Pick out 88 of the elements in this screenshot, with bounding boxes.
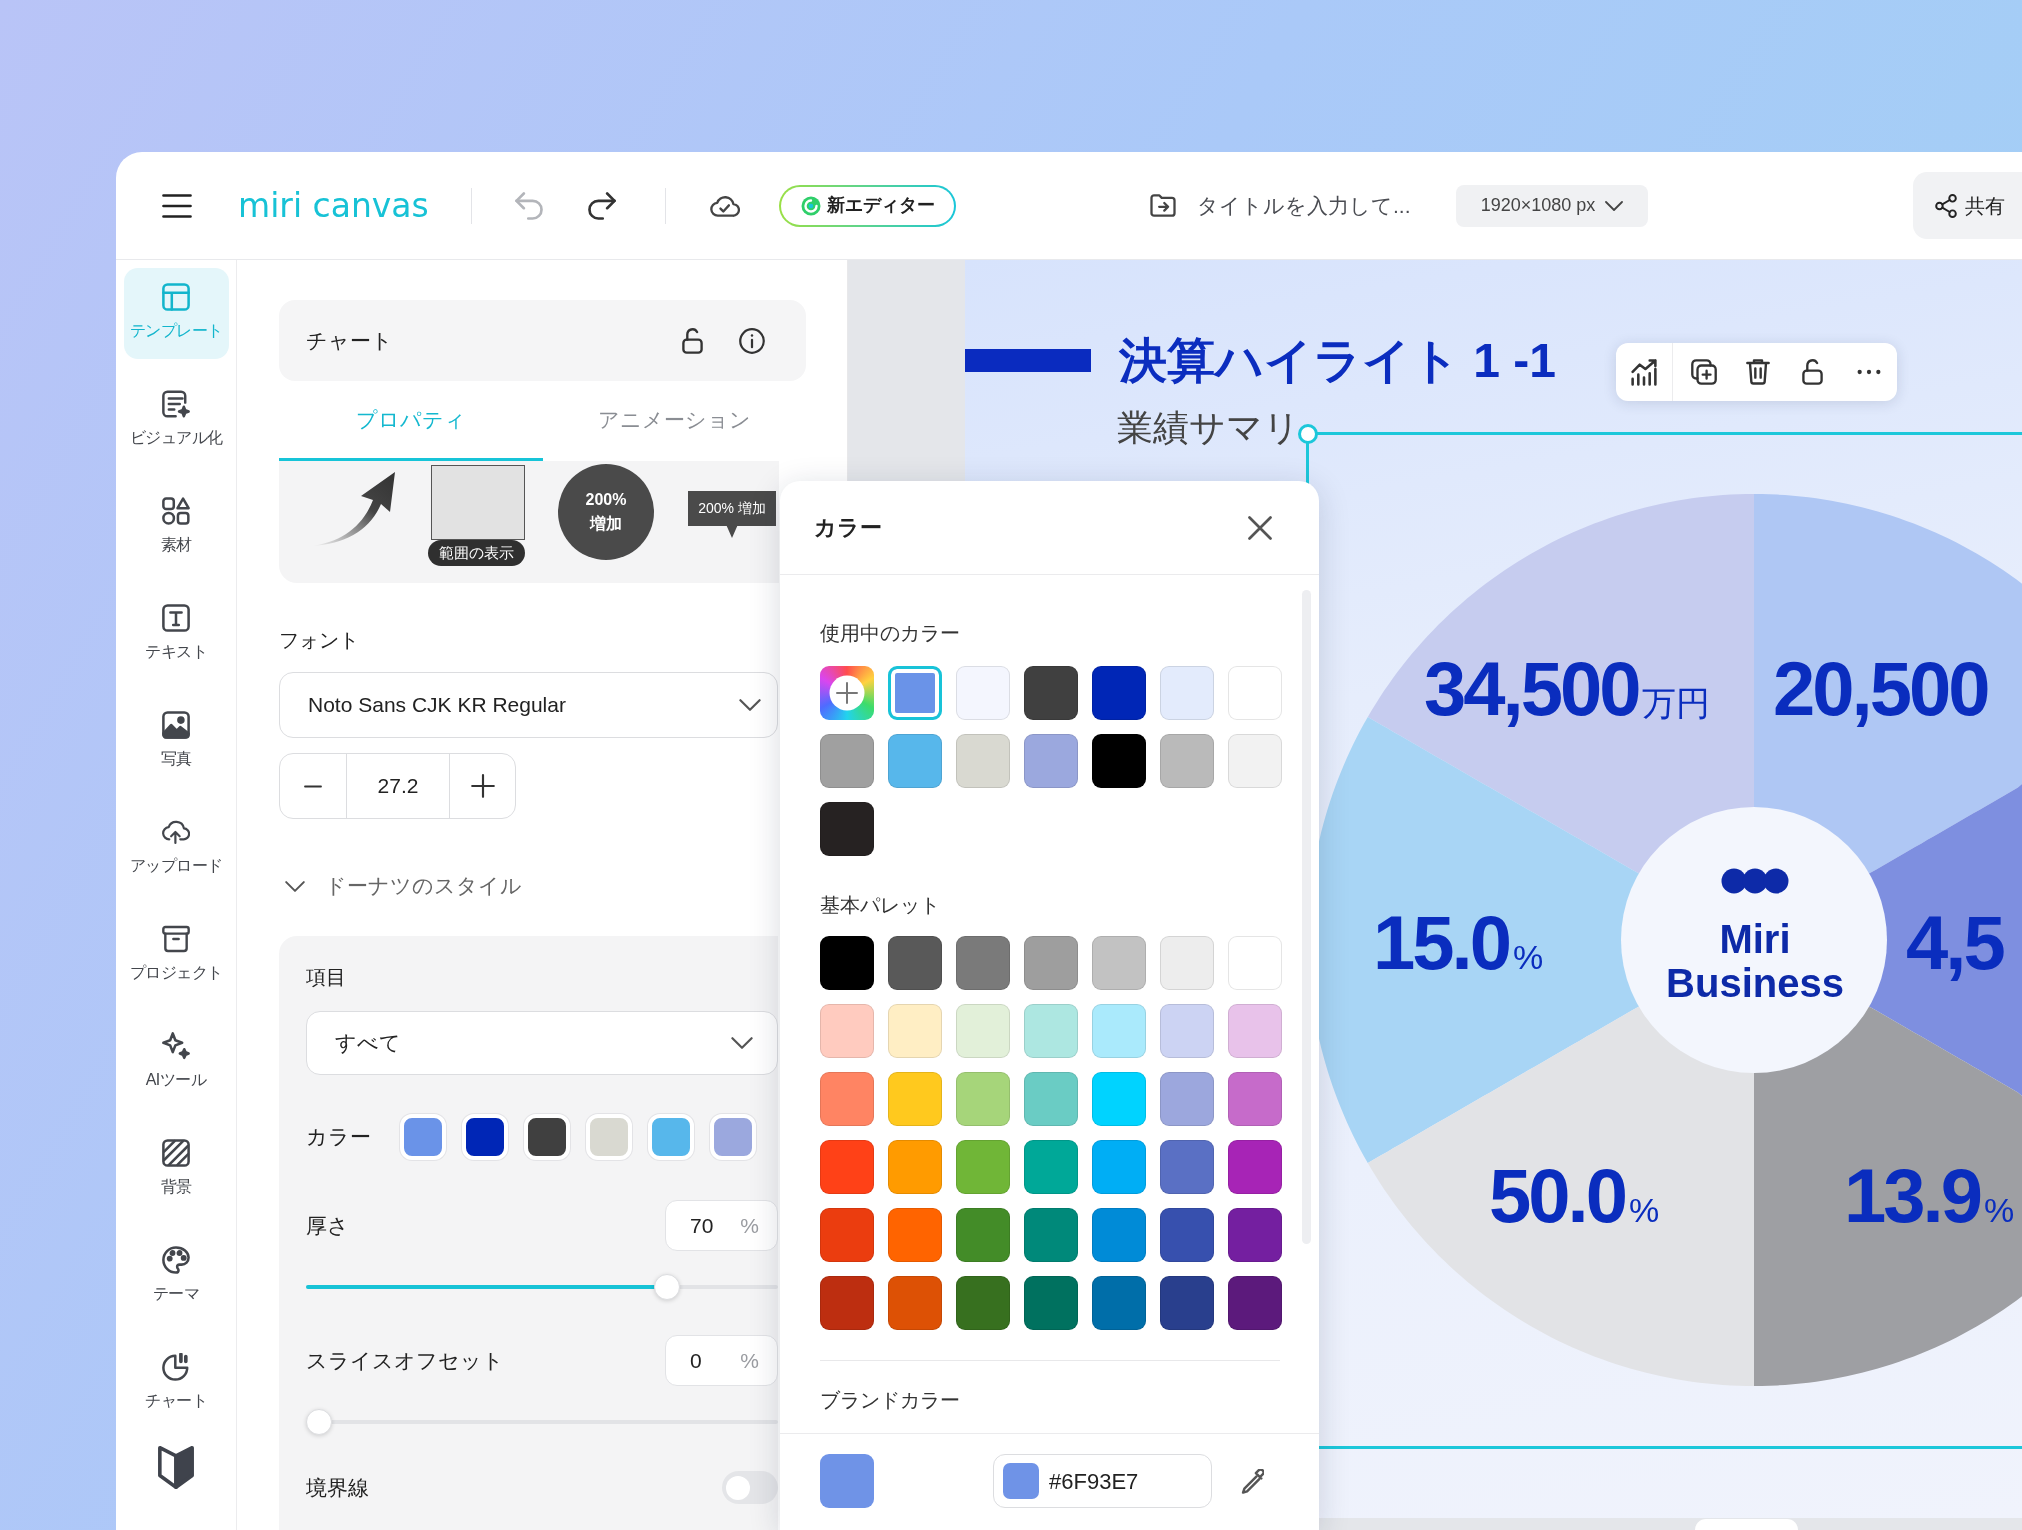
palette-icon (162, 1246, 190, 1274)
thickness-slider[interactable] (306, 1274, 778, 1300)
title-input[interactable]: タイトルを入力して... (1197, 189, 1427, 222)
duplicate-plus-icon[interactable] (1691, 359, 1717, 385)
close-icon[interactable] (1248, 515, 1272, 540)
slider-thumb[interactable] (653, 1274, 680, 1300)
chevron-down-icon (1605, 200, 1624, 211)
resize-handle[interactable] (1298, 424, 1318, 444)
eyedropper-icon[interactable] (1241, 1468, 1264, 1494)
menu-icon[interactable] (162, 193, 192, 218)
unlock-icon[interactable] (682, 327, 703, 354)
shapes-icon (162, 497, 190, 525)
section-title: 基本パレット (820, 893, 940, 918)
cloud-upload-icon (162, 818, 190, 846)
unlock-icon[interactable] (1802, 359, 1823, 385)
image-icon (162, 711, 190, 739)
sidebar-item[interactable]: アップロード (123, 803, 229, 894)
text-icon (162, 604, 190, 632)
sidebar-item[interactable]: プロジェクト (123, 910, 229, 1001)
item-dropdown[interactable]: すべて (306, 1011, 778, 1075)
font-size-field[interactable]: 27.2 (347, 754, 450, 818)
share-button[interactable]: 共有 (1913, 172, 2022, 239)
hex-input[interactable]: #6F93E7 (993, 1454, 1212, 1508)
popup-title: カラー (814, 514, 882, 542)
chevron-down-icon (731, 1037, 753, 1049)
field-label: フォント (279, 628, 359, 653)
slice-label: 34,500万円 (1424, 651, 1711, 727)
info-icon[interactable] (739, 327, 765, 354)
field-label: 境界線 (306, 1474, 369, 1501)
font-dropdown[interactable]: Noto Sans CJK KR Regular (279, 672, 778, 738)
redo-icon[interactable] (588, 191, 616, 220)
more-icon[interactable] (1857, 369, 1881, 375)
canvas-size-dropdown[interactable]: 1920×1080 px (1456, 184, 1648, 227)
sidebar-item[interactable]: 写真 (123, 696, 229, 787)
sidebar-item[interactable]: 素材 (123, 482, 229, 573)
folder-arrow-icon[interactable] (1150, 194, 1176, 217)
sidebar-item[interactable]: チャート (123, 1338, 229, 1429)
hatched-square-icon (162, 1139, 190, 1167)
share-icon (1935, 193, 1957, 218)
section-title: 使用中のカラー (820, 621, 960, 646)
range-box[interactable] (431, 465, 525, 540)
sidebar-item[interactable]: テキスト (123, 589, 229, 680)
editor-logo-icon (800, 195, 821, 216)
section-title: ブランドカラー (820, 1388, 960, 1413)
slide-subtitle: 業績サマリ (1117, 407, 1300, 449)
field-label: スライスオフセット (306, 1347, 504, 1374)
template-icon (162, 283, 190, 311)
slice-offset-field[interactable]: 0 % (665, 1335, 778, 1386)
increase-badge[interactable]: 200% 増加 (558, 464, 654, 560)
logo-dots-icon (1721, 868, 1789, 894)
cloud-check-icon[interactable] (710, 194, 740, 217)
slice-offset-slider[interactable] (306, 1409, 778, 1435)
document-sparkle-icon (162, 390, 190, 418)
slider-thumb[interactable] (306, 1409, 332, 1435)
sparkles-icon (162, 1032, 190, 1060)
add-color-button[interactable] (820, 666, 874, 720)
sidebar-item[interactable]: ビジュアル化 (123, 375, 229, 466)
pie-chart-icon (162, 1353, 190, 1381)
archive-box-icon (162, 925, 190, 953)
tooltip[interactable]: 200% 増加 (688, 491, 776, 538)
slice-label: 50.0% (1489, 1158, 1660, 1234)
plus-icon (470, 774, 495, 798)
minus-icon (301, 784, 325, 788)
new-editor-badge[interactable]: 新エディター (779, 184, 956, 227)
field-label: 項目 (306, 965, 346, 990)
thickness-field[interactable]: 70 % (665, 1200, 778, 1251)
sidebar-item[interactable]: 背景 (123, 1124, 229, 1215)
slice-label: 20,500 (1773, 651, 1988, 727)
chart-growth-icon[interactable] (1631, 358, 1657, 386)
slice-label: 4,5 (1906, 905, 2003, 981)
border-toggle[interactable] (722, 1471, 778, 1504)
half-filled-shield-icon[interactable] (158, 1445, 194, 1489)
section-toggle[interactable]: ドーナツのスタイル (279, 870, 522, 902)
slice-label: 15.0% (1373, 905, 1544, 981)
field-label: 厚さ (306, 1212, 349, 1239)
range-label: 範囲の表示 (428, 540, 525, 566)
center-label: Miri Business (1665, 917, 1845, 1005)
sidebar-item[interactable]: AIツール (123, 1017, 229, 1108)
color-swatch[interactable] (820, 1454, 874, 1508)
slide-title: 決算ハイライト 1 -1 (1119, 333, 1557, 389)
field-label: カラー (306, 1124, 372, 1151)
panel-title: チャート (306, 327, 393, 354)
slice-label: 13.9% (1844, 1158, 2015, 1234)
plus-circle-icon (829, 675, 865, 711)
chevron-down-icon (739, 699, 761, 711)
sidebar-item[interactable]: テーマ (123, 1231, 229, 1322)
color-swatch[interactable] (888, 666, 942, 720)
trash-icon[interactable] (1746, 359, 1770, 385)
